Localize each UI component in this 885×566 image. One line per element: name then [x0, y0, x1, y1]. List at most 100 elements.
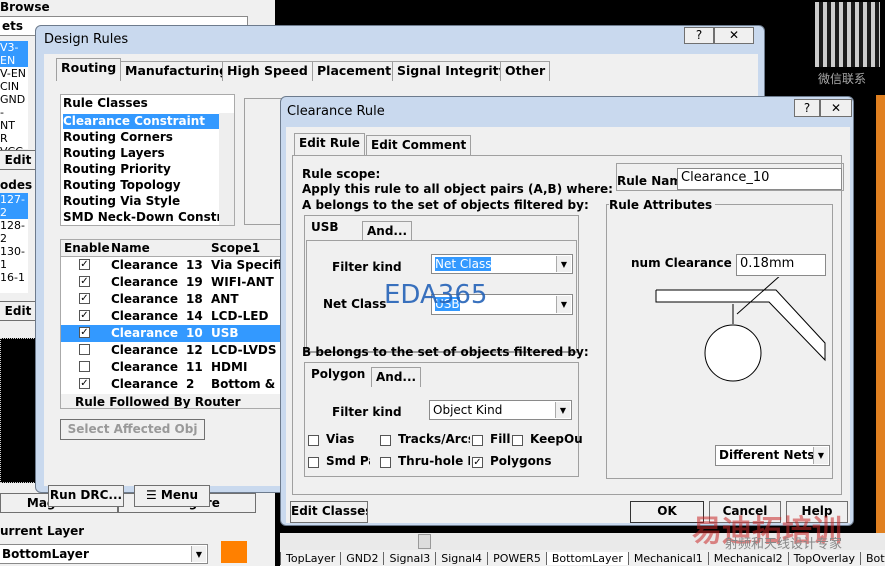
scrollbar[interactable]: [219, 113, 234, 225]
tab-edit-comment[interactable]: Edit Comment: [366, 135, 472, 155]
rule-row[interactable]: ✓ Clearance 19 WIFI-ANT: [61, 274, 289, 291]
rule-name-input[interactable]: Clearance_10: [677, 168, 842, 190]
enable-checkbox[interactable]: ✓: [79, 276, 90, 287]
enable-checkbox[interactable]: ✓: [79, 378, 90, 389]
tab-b-polygon[interactable]: Polygon: [307, 365, 370, 387]
rule-row[interactable]: ✓ Clearance 2 Bottom & C: [61, 376, 289, 393]
rule-class-item[interactable]: Routing Priority: [63, 162, 219, 177]
net-item[interactable]: V-EN: [0, 67, 28, 80]
select-affected-button[interactable]: Select Affected Obj: [60, 419, 205, 440]
layer-tab[interactable]: Signal3: [383, 552, 436, 565]
tab-b-and[interactable]: And...: [371, 367, 422, 387]
net-item[interactable]: GND: [0, 93, 28, 106]
layer-tab[interactable]: BottomOverlay: [859, 552, 885, 565]
rule-row[interactable]: Clearance 11 HDMI: [61, 359, 289, 376]
object-checkbox[interactable]: [512, 435, 523, 446]
layer-tab[interactable]: TopLayer: [280, 552, 341, 565]
close-icon[interactable]: ✕: [820, 99, 852, 117]
tab-edit-rule[interactable]: Edit Rule: [294, 133, 365, 155]
help-icon[interactable]: ?: [684, 27, 714, 44]
scroll-thumb[interactable]: [418, 534, 431, 549]
enable-checkbox[interactable]: ✓: [79, 310, 90, 321]
enable-checkbox[interactable]: [79, 344, 90, 355]
layer-color-swatch[interactable]: [221, 541, 247, 563]
net-item[interactable]: V3-EN: [0, 41, 28, 67]
net-scope-dropdown[interactable]: Different Nets ▼: [715, 445, 830, 466]
edit-nets-button[interactable]: Edit: [0, 150, 38, 170]
rule-class-item[interactable]: Routing Topology: [63, 178, 219, 193]
tab-other[interactable]: Other: [500, 61, 551, 81]
b-filter-label: B belongs to the set of objects filtered…: [302, 345, 589, 359]
node-item[interactable]: 130-1: [0, 245, 28, 271]
net-item[interactable]: R: [0, 132, 28, 145]
mini-preview[interactable]: [0, 338, 40, 483]
a-filter-label: A belongs to the set of objects filtered…: [302, 198, 589, 212]
clearance-diagram: [655, 277, 826, 382]
object-label: Vias: [326, 432, 355, 446]
col-enable[interactable]: Enable: [64, 240, 110, 257]
layer-tab[interactable]: Mechanical1: [627, 552, 708, 565]
rule-class-item[interactable]: Routing Corners: [63, 130, 219, 145]
tab-high-speed[interactable]: High Speed: [222, 61, 313, 81]
rule-class-item[interactable]: Routing Layers: [63, 146, 219, 161]
enable-checkbox[interactable]: ✓: [79, 293, 90, 304]
a-filter-kind-dropdown[interactable]: Net Class ▼: [431, 254, 573, 274]
enable-checkbox[interactable]: [79, 361, 90, 372]
nodes-list[interactable]: 127-2 128-2 130-1 16-1: [0, 193, 28, 293]
a-filter-kind-label: Filter kind: [332, 260, 402, 274]
tab-manufacturing[interactable]: Manufacturing: [120, 61, 234, 81]
object-label: Polygons: [490, 454, 552, 468]
design-rules-title: Design Rules: [44, 32, 129, 47]
current-layer-dropdown[interactable]: BottomLayer ▼: [0, 544, 208, 564]
nets-list[interactable]: V3-ENV-ENCINGND-NTRVCC: [0, 41, 28, 158]
rule-class-item[interactable]: Routing Via Style: [63, 194, 219, 209]
tab-placement[interactable]: Placement: [312, 61, 397, 81]
b-filter-kind-dropdown[interactable]: Object Kind ▼: [429, 400, 572, 420]
rule-row[interactable]: ✓ Clearance 10 USB: [61, 325, 289, 342]
col-scope1[interactable]: Scope1: [211, 240, 260, 257]
rule-row[interactable]: ✓ Clearance 14 LCD-LED: [61, 308, 289, 325]
cn-watermark-sub: 射频和天线设计专家: [725, 537, 843, 552]
rule-class-item[interactable]: Clearance Constraint: [63, 114, 219, 129]
help-icon[interactable]: ?: [794, 99, 820, 117]
layer-tab[interactable]: Mechanical2: [707, 552, 788, 565]
tab-signal-integrity[interactable]: Signal Integrity: [392, 61, 512, 81]
node-item[interactable]: 128-2: [0, 219, 28, 245]
clearance-rule-body: Edit Rule Edit Comment Rule scope: Apply…: [286, 127, 850, 523]
rule-classes-list[interactable]: Rule Classes Clearance Constraint Routing…: [60, 94, 235, 226]
layer-tab[interactable]: POWER5: [487, 552, 546, 565]
rule-row[interactable]: ✓ Clearance 18 ANT: [61, 291, 289, 308]
net-item[interactable]: -: [0, 106, 28, 119]
layer-tab[interactable]: GND2: [340, 552, 384, 565]
enable-checkbox[interactable]: ✓: [79, 259, 90, 270]
node-item[interactable]: 127-2: [0, 193, 28, 219]
run-drc-button[interactable]: Run DRC...: [48, 485, 124, 507]
object-checkbox[interactable]: [308, 435, 319, 446]
node-item[interactable]: 16-1: [0, 271, 28, 284]
col-name[interactable]: Name: [111, 240, 150, 257]
rule-class-item[interactable]: SMD Neck-Down Constra: [63, 210, 219, 225]
object-checkbox[interactable]: [380, 435, 391, 446]
layer-tab[interactable]: Signal4: [435, 552, 488, 565]
min-clearance-input[interactable]: 0.18mm: [736, 254, 826, 276]
object-checkbox[interactable]: [308, 457, 319, 468]
rule-classes-header: Rule Classes: [63, 96, 148, 110]
close-icon[interactable]: ✕: [714, 27, 754, 44]
object-checkbox[interactable]: [380, 457, 391, 468]
object-checkbox[interactable]: [472, 435, 483, 446]
tab-routing[interactable]: Routing: [56, 58, 122, 81]
tab-a-usb[interactable]: USB: [307, 218, 343, 240]
rule-row[interactable]: ✓ Clearance 13 Via Specific: [61, 257, 289, 274]
layer-tab[interactable]: BottomLayer: [545, 552, 628, 565]
rule-row[interactable]: Clearance 12 LCD-LVDS: [61, 342, 289, 359]
menu-button[interactable]: ☰ Menu: [134, 485, 210, 507]
net-item[interactable]: NT: [0, 119, 28, 132]
edit-classes-button[interactable]: Edit Classes: [290, 501, 368, 523]
edit-nodes-button[interactable]: Edit: [0, 301, 38, 321]
net-item[interactable]: CIN: [0, 80, 28, 93]
layer-tab[interactable]: TopOverlay: [787, 552, 860, 565]
enable-checkbox[interactable]: ✓: [79, 327, 90, 338]
rules-table[interactable]: Enable Name Scope1 ✓ Clearance 13 Via Specific…: [60, 239, 290, 409]
tab-a-and[interactable]: And...: [362, 221, 413, 240]
object-checkbox[interactable]: ✓: [472, 457, 483, 468]
